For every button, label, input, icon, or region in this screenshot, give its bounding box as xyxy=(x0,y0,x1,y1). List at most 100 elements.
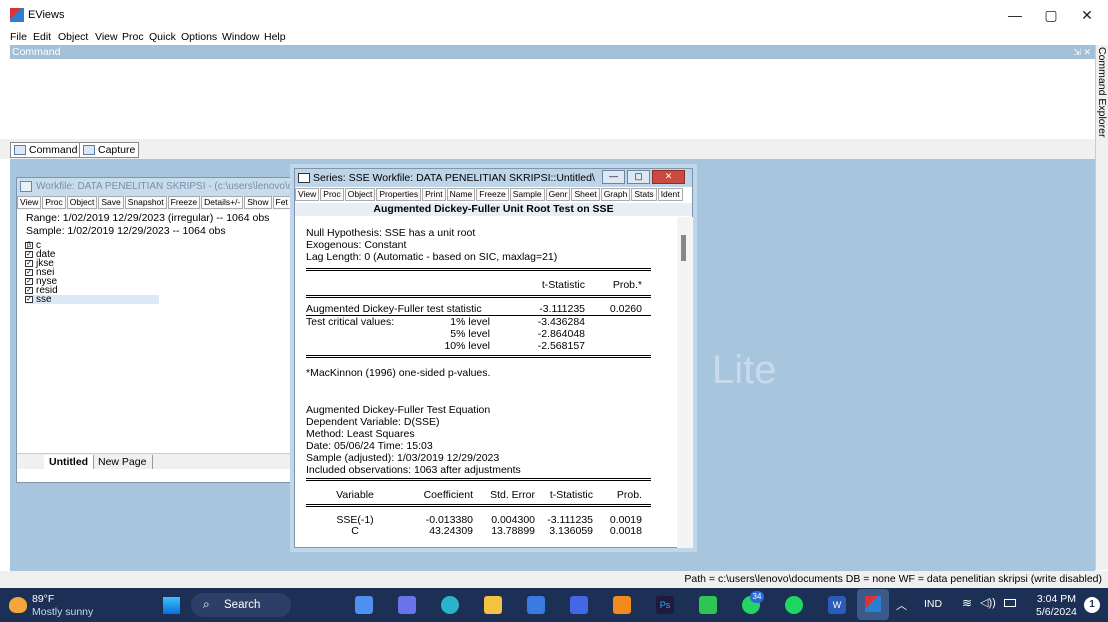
search-icon: ⌕ xyxy=(203,597,210,611)
sw-proc-button[interactable]: Proc xyxy=(320,188,344,201)
col-tstat-header: t-Statistic xyxy=(541,279,585,291)
wf-show-button[interactable]: Show xyxy=(244,196,272,209)
clock-date[interactable]: 5/6/2024 xyxy=(1036,606,1077,618)
sw-ident-button[interactable]: Ident xyxy=(657,188,683,201)
wf-object-button[interactable]: Object xyxy=(66,196,98,209)
workfile-sample[interactable]: Sample: 1/02/2019 12/29/2023 -- 1064 obs xyxy=(26,225,226,237)
menu-help[interactable]: Help xyxy=(264,31,286,43)
restore-button[interactable]: ▢ xyxy=(1033,4,1069,26)
command-pane-header: Command ⇲ ✕ xyxy=(10,45,1095,59)
wf-proc-button[interactable]: Proc xyxy=(42,196,66,209)
spotify-icon[interactable] xyxy=(785,596,803,614)
weather-temp[interactable]: 89°F xyxy=(32,593,54,605)
eviews-taskbar-button[interactable] xyxy=(857,589,889,620)
weather-icon[interactable] xyxy=(9,597,27,613)
office-icon[interactable] xyxy=(613,596,631,614)
photoshop-icon[interactable]: Ps xyxy=(656,596,674,614)
chevron-up-icon[interactable]: ︿ xyxy=(896,597,907,613)
edge-icon[interactable] xyxy=(441,596,459,614)
menu-window[interactable]: Window xyxy=(222,31,259,43)
list-item[interactable]: ✓ nsei xyxy=(25,268,293,278)
status-text: Path = c:\users\lenovo\documents DB = no… xyxy=(684,573,1102,585)
list-item-selected[interactable]: ✓ sse xyxy=(25,294,159,305)
menu-bar: File Edit Object View Proc Quick Options… xyxy=(0,30,1108,45)
workfile-range[interactable]: Range: 1/02/2019 12/29/2023 (irregular) … xyxy=(26,212,269,224)
language-indicator[interactable]: IND xyxy=(924,598,942,610)
pane-pin-close-icon[interactable]: ⇲ ✕ xyxy=(1073,45,1091,59)
lag-length-line: Lag Length: 0 (Automatic - based on SIC,… xyxy=(306,251,558,263)
taskbar-search[interactable]: ⌕ Search xyxy=(191,593,291,617)
notification-center-badge[interactable]: 1 xyxy=(1084,597,1100,613)
menu-proc[interactable]: Proc xyxy=(122,31,144,43)
list-item[interactable]: ✓ nyse xyxy=(25,277,293,287)
menu-edit[interactable]: Edit xyxy=(33,31,51,43)
series-icon: ✓ xyxy=(25,269,33,276)
wf-view-button[interactable]: View xyxy=(17,196,42,209)
line-icon[interactable] xyxy=(699,596,717,614)
command-input-area[interactable] xyxy=(10,59,1095,139)
series-close-button[interactable]: ✕ xyxy=(652,170,685,184)
sw-properties-button[interactable]: Properties xyxy=(376,188,422,201)
adf-tstat: -3.111235 xyxy=(539,303,585,315)
series-window[interactable]: Series: SSE Workfile: DATA PENELITIAN SK… xyxy=(294,168,693,548)
series-icon: ✓ xyxy=(25,251,33,258)
battery-icon[interactable] xyxy=(1004,599,1016,607)
tab-untitled[interactable]: Untitled xyxy=(44,455,95,469)
wf-details-button[interactable]: Details+/- xyxy=(201,196,244,209)
tab-new-page[interactable]: New Page xyxy=(92,455,154,469)
workfile-window[interactable]: Workfile: DATA PENELITIAN SKRIPSI - (c:\… xyxy=(16,177,294,483)
wifi-icon[interactable]: ≋ xyxy=(962,596,972,610)
sw-view-button[interactable]: View xyxy=(295,188,320,201)
clock-time[interactable]: 3:04 PM xyxy=(1036,593,1076,605)
store-icon[interactable] xyxy=(527,596,545,614)
list-item[interactable]: ✓ resid xyxy=(25,286,293,296)
command-tab-icon xyxy=(14,145,26,155)
word-icon[interactable]: W xyxy=(828,596,846,614)
series-icon: ✓ xyxy=(25,260,33,267)
wf-save-button[interactable]: Save xyxy=(98,196,124,209)
list-item[interactable]: ✓ jkse xyxy=(25,259,293,269)
wf-fetch-button[interactable]: Fet xyxy=(272,196,291,209)
sw-sample-button[interactable]: Sample xyxy=(509,188,545,201)
tab-capture[interactable]: Capture xyxy=(79,142,140,158)
list-item[interactable]: ✓ date xyxy=(25,250,293,260)
file-explorer-icon[interactable] xyxy=(484,596,502,614)
sw-print-button[interactable]: Print xyxy=(422,188,446,201)
menu-file[interactable]: File xyxy=(10,31,27,43)
tab-command[interactable]: Command xyxy=(10,142,82,158)
sw-sheet-button[interactable]: Sheet xyxy=(571,188,600,201)
volume-icon[interactable]: ◁)) xyxy=(980,596,996,609)
series-titlebar[interactable]: Series: SSE Workfile: DATA PENELITIAN SK… xyxy=(295,169,692,187)
sw-genr-button[interactable]: Genr xyxy=(545,188,571,201)
menu-quick[interactable]: Quick xyxy=(149,31,176,43)
close-button[interactable]: ✕ xyxy=(1069,4,1105,26)
zoom-icon[interactable] xyxy=(570,596,588,614)
series-maximize-button[interactable]: ▢ xyxy=(627,170,650,184)
weather-desc[interactable]: Mostly sunny xyxy=(32,606,93,618)
list-item[interactable]: βc xyxy=(25,241,293,251)
chat-icon[interactable] xyxy=(398,596,416,614)
menu-object[interactable]: Object xyxy=(58,31,88,43)
command-explorer-label[interactable]: Command Explorer xyxy=(1096,47,1108,137)
object-name: sse xyxy=(36,294,52,305)
sw-graph-button[interactable]: Graph xyxy=(600,188,631,201)
sw-name-button[interactable]: Name xyxy=(446,188,476,201)
scrollbar-thumb[interactable] xyxy=(681,235,686,261)
sw-freeze-button[interactable]: Freeze xyxy=(476,188,509,201)
minimize-button[interactable]: — xyxy=(997,4,1033,26)
output-scrollbar[interactable] xyxy=(677,217,693,548)
series-minimize-button[interactable]: — xyxy=(602,170,625,184)
start-icon[interactable] xyxy=(163,597,180,614)
table-rule xyxy=(306,478,651,481)
wf-snapshot-button[interactable]: Snapshot xyxy=(124,196,167,209)
sw-object-button[interactable]: Object xyxy=(344,188,376,201)
dependent-variable: Dependent Variable: D(SSE) xyxy=(306,416,440,428)
workfile-titlebar[interactable]: Workfile: DATA PENELITIAN SKRIPSI - (c:\… xyxy=(17,178,293,196)
menu-view[interactable]: View xyxy=(95,31,118,43)
task-view-icon[interactable] xyxy=(355,596,373,614)
windows-taskbar: 89°F Mostly sunny ⌕ Search Ps 34 W ︿ IND… xyxy=(0,588,1108,622)
wf-freeze-button[interactable]: Freeze xyxy=(167,196,201,209)
reg-prob: 0.0018 xyxy=(609,525,642,537)
menu-options[interactable]: Options xyxy=(181,31,217,43)
sw-stats-button[interactable]: Stats xyxy=(631,188,657,201)
